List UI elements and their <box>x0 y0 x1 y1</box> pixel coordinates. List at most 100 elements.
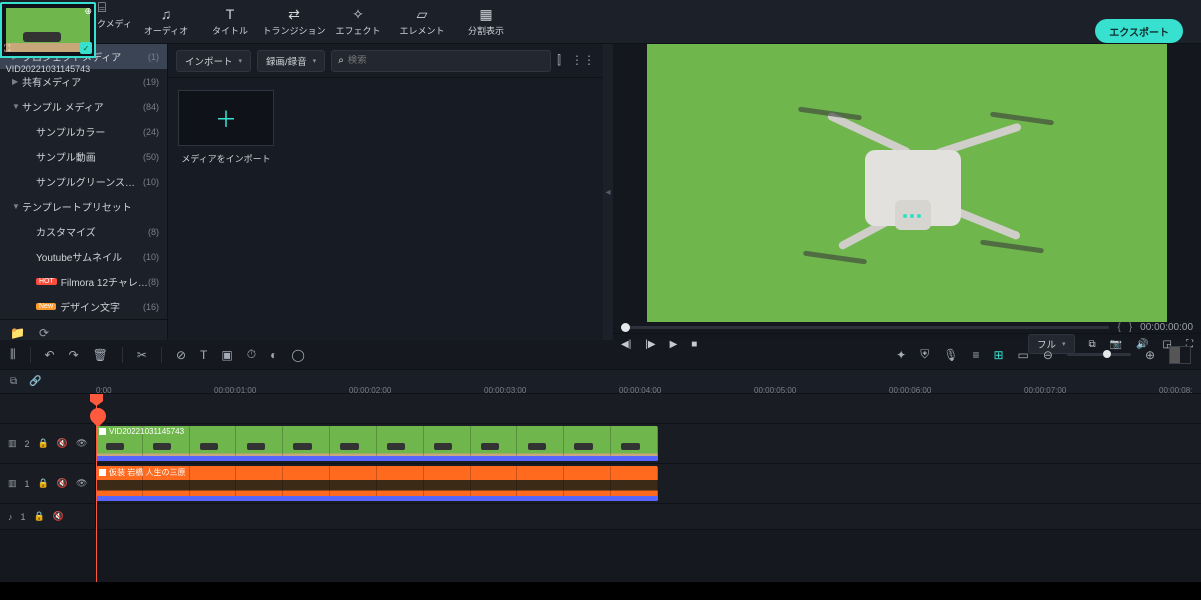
video-track-1: ▥ 1 🔒 🔇 👁 仮装 岩橋 人生の三原 <box>0 464 1201 504</box>
record-dropdown[interactable]: 録画/録音▾ <box>257 50 325 72</box>
playback-controls: ◀| |▶ ▶ ■ <box>621 339 697 350</box>
audio-icon: ♫ <box>161 5 172 23</box>
tab-transition[interactable]: ⇄トランジション <box>262 0 326 43</box>
screen-icon[interactable]: ⧉ <box>1089 339 1096 350</box>
transport-bar: ◀| |▶ ▶ ■ フル▾ ⧉ 📷 🔊 ◲ ⛶ <box>613 333 1201 354</box>
clip-greenscreen[interactable]: VID20221031145743 <box>96 426 658 461</box>
preview-pane: { } 00:00:00:00 ◀| |▶ ▶ ■ フル▾ ⧉ 📷 🔊 ◲ ⛶ <box>613 44 1201 340</box>
shield-icon[interactable]: ⛨ <box>920 347 929 362</box>
timeline: ⫼ ↶ ↷ 🗑 ✂ ⊘ T ▣ ⏱ ◐ ◯ ✦ ⛨ 🎙 ≡ ⊞ ▭ ⊖ ⊕ ⧉ … <box>0 340 1201 582</box>
top-tabs: ▥メディア ⌸ストックメディア ♫オーディオ Tタイトル ⇄トランジション ✧エ… <box>0 0 1201 44</box>
zoom-slider[interactable] <box>1067 353 1131 356</box>
timeline-header: ⧉ 🔗 0:00 00:00:01:00 00:00:02:00 00:00:0… <box>0 370 1201 394</box>
marker-strip[interactable] <box>0 394 1201 424</box>
track-head-a1: ♪ 1 🔒 🔇 <box>0 504 96 529</box>
bin-body: ＋ メディアをインポート ⊕ ⛶ ✓ VID20221031145743 <box>168 78 603 340</box>
stop-icon[interactable]: ■ <box>691 339 697 350</box>
title-icon: T <box>226 5 235 23</box>
search-input[interactable] <box>348 55 544 66</box>
mute-icon[interactable]: 🔇 <box>53 511 64 522</box>
expand-icon[interactable]: ⛶ <box>4 43 10 54</box>
effect-icon: ✧ <box>352 5 364 23</box>
snap-icon[interactable]: ⊞ <box>993 348 1003 362</box>
tab-split[interactable]: ▦分割表示 <box>454 0 518 43</box>
import-dropdown[interactable]: インポート▾ <box>176 50 251 72</box>
track-area-a1[interactable] <box>96 504 1201 529</box>
tag-icon[interactable]: ⊘ <box>176 348 186 362</box>
playhead-line[interactable] <box>96 394 97 582</box>
speed-icon[interactable]: ⏱ <box>247 347 256 362</box>
pane-collapse-handle[interactable]: ◂ <box>603 44 613 340</box>
audio-icon: ♪ <box>8 512 13 522</box>
color-icon[interactable]: ◐ <box>270 348 277 362</box>
add-icon[interactable]: ⊕ <box>84 6 92 17</box>
bin-toolbar: インポート▾ 録画/録音▾ ⌕ ⫿ ⋮⋮ <box>168 44 603 78</box>
track-head-v2: ▥ 2 🔒 🔇 👁 <box>0 424 96 463</box>
timeline-body: ▥ 2 🔒 🔇 👁 VID20221031145743 ▥ 1 🔒 🔇 <box>0 394 1201 582</box>
zoom-in-icon[interactable]: ⊕ <box>1145 348 1155 362</box>
workspace-panes: ▶プロジェクトメディア(1) ▶共有メディア(19) ▼サンプル メディア(84… <box>0 44 1201 340</box>
view-toggle[interactable] <box>1169 346 1191 364</box>
bracket-open[interactable]: { <box>1117 322 1120 333</box>
track-head-v1: ▥ 1 🔒 🔇 👁 <box>0 464 96 503</box>
snapshot-icon[interactable]: 📷 <box>1110 339 1122 350</box>
scrub-bar: { } 00:00:00:00 <box>613 322 1201 333</box>
mute-icon[interactable]: 🔇 <box>57 478 68 489</box>
split-icon: ▦ <box>479 5 492 23</box>
step-icon[interactable]: |▶ <box>645 339 655 350</box>
record-icon[interactable]: ◯ <box>291 348 304 362</box>
mic-icon[interactable]: 🎙 <box>943 348 958 362</box>
timecode: 00:00:00:00 <box>1140 322 1193 333</box>
media-thumb-box[interactable]: ⊕ ⛶ ✓ <box>0 2 96 58</box>
mute-icon[interactable]: 🔇 <box>57 438 68 449</box>
fit-icon[interactable]: ▭ <box>1018 348 1029 362</box>
search-icon: ⌕ <box>338 55 344 66</box>
lock-icon[interactable]: 🔒 <box>38 438 49 449</box>
bracket-close[interactable]: } <box>1129 322 1132 333</box>
clip-background[interactable]: 仮装 岩橋 人生の三原 <box>96 466 658 501</box>
track-area-v2[interactable]: VID20221031145743 <box>96 424 1201 463</box>
import-thumb[interactable]: ＋ メディアをインポート <box>178 90 274 328</box>
scrub-knob[interactable] <box>621 323 630 332</box>
greenscreen-preview <box>6 8 90 52</box>
export-button[interactable]: エクスポート <box>1095 19 1183 43</box>
media-thumb-caption: VID20221031145743 <box>0 64 96 74</box>
filter-icon[interactable]: ⫿ <box>557 53 561 68</box>
tab-title[interactable]: Tタイトル <box>198 0 262 43</box>
lock-icon[interactable]: 🔒 <box>34 511 45 522</box>
preview-frame <box>647 44 1167 322</box>
preview-viewport[interactable] <box>613 44 1201 322</box>
tab-element[interactable]: ▱エレメント <box>390 0 454 43</box>
grid-icon[interactable]: ⋮⋮ <box>571 53 595 68</box>
tab-effect[interactable]: ✧エフェクト <box>326 0 390 43</box>
search-box[interactable]: ⌕ <box>331 50 551 72</box>
lock-icon[interactable]: 🔒 <box>38 478 49 489</box>
media-bin: インポート▾ 録画/録音▾ ⌕ ⫿ ⋮⋮ ＋ メディアをインポート ⊕ ⛶ ✓ … <box>168 44 603 340</box>
zoom-out-icon[interactable]: ⊖ <box>1043 348 1053 362</box>
prev-icon[interactable]: ◀| <box>621 339 631 350</box>
video-icon: ▥ <box>8 438 17 449</box>
crop-icon[interactable]: ▣ <box>221 348 232 362</box>
video-icon: ▥ <box>8 478 17 489</box>
zoom-knob[interactable] <box>1103 350 1111 358</box>
import-box[interactable]: ＋ <box>178 90 274 146</box>
track-area-v1[interactable]: 仮装 岩橋 人生の三原 <box>96 464 1201 503</box>
ai-icon[interactable]: ✦ <box>896 348 906 362</box>
cut-icon[interactable]: ✂ <box>137 348 147 362</box>
track-label: 1 <box>25 479 30 489</box>
transition-icon: ⇄ <box>288 5 300 23</box>
element-icon: ▱ <box>417 5 428 23</box>
track-label: 2 <box>25 439 30 449</box>
video-track-2: ▥ 2 🔒 🔇 👁 VID20221031145743 <box>0 424 1201 464</box>
import-caption: メディアをインポート <box>178 152 274 165</box>
eye-icon[interactable]: 👁 <box>76 438 87 449</box>
stock-icon: ⌸ <box>98 0 106 16</box>
scrub-track[interactable] <box>621 326 1109 329</box>
eye-icon[interactable]: 👁 <box>76 478 87 489</box>
play-icon[interactable]: ▶ <box>670 339 678 350</box>
mixer-icon[interactable]: ≡ <box>972 348 979 362</box>
audio-track-1: ♪ 1 🔒 🔇 <box>0 504 1201 530</box>
tab-audio[interactable]: ♫オーディオ <box>134 0 198 43</box>
check-icon: ✓ <box>80 42 92 54</box>
text-tool-icon[interactable]: T <box>200 348 207 362</box>
